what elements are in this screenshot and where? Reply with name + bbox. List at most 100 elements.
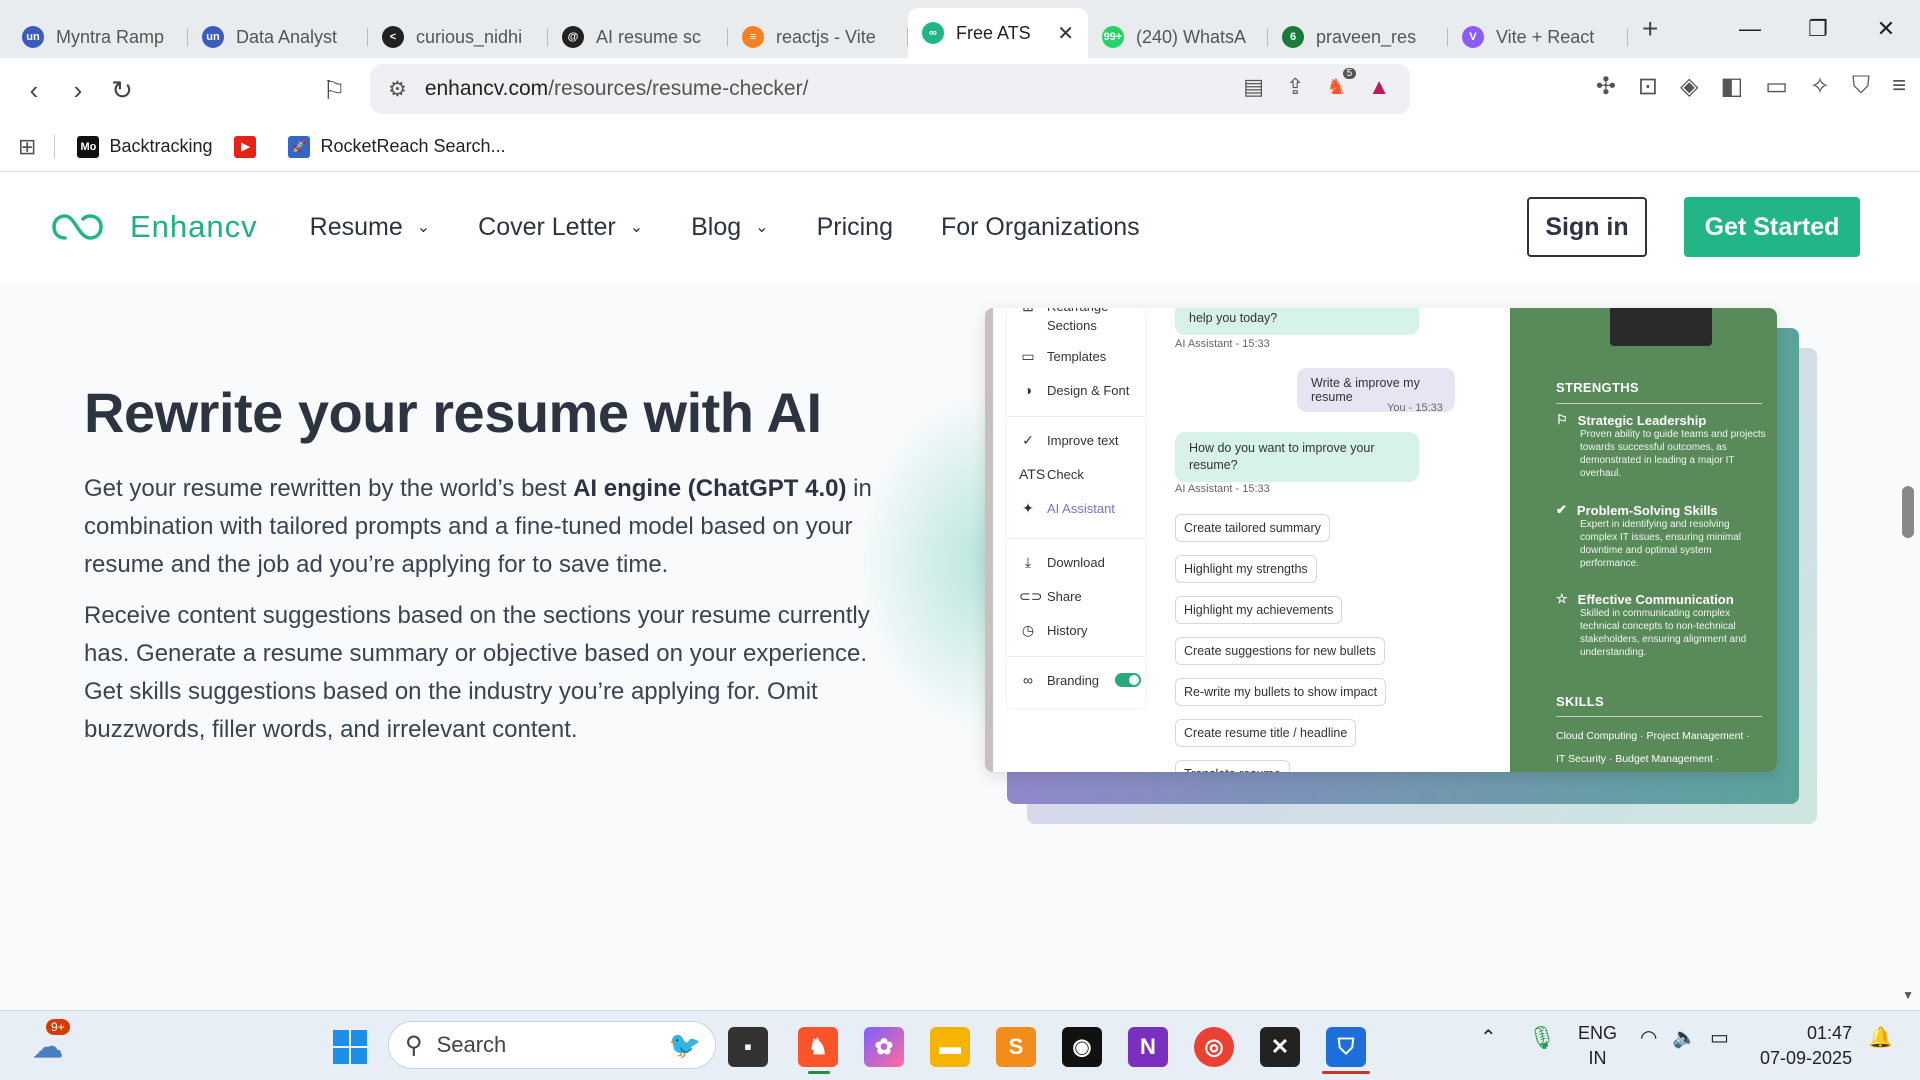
suggestion-chip[interactable]: Highlight my achievements	[1175, 596, 1343, 624]
windows-taskbar: ☁ 9+ ⚲ Search 🐦 ▪ ♞ ✿ ▬ S ◉ N ◎ ✕ ⛉ ⌃ 🎙 …	[0, 1010, 1920, 1080]
strength-title: Strategic Leadership	[1577, 412, 1707, 428]
sidebar-item[interactable]: ⤓ Download	[1019, 554, 1105, 571]
ai-sparkle-icon[interactable]: ✧	[1810, 72, 1830, 101]
forward-icon[interactable]: ›	[56, 75, 100, 106]
suggestion-chip[interactable]: Translate resume	[1175, 760, 1290, 772]
battery-icon[interactable]: ▭	[1710, 1025, 1729, 1050]
suggestion-chip[interactable]: Re-write my bullets to show impact	[1175, 678, 1387, 706]
suggestion-chip[interactable]: Create tailored summary	[1175, 514, 1330, 542]
get-started-button[interactable]: Get Started	[1684, 197, 1860, 257]
file-explorer-icon[interactable]: ▬	[930, 1027, 970, 1067]
scroll-down-arrow-icon[interactable]: ▼	[1902, 988, 1914, 1002]
nav-link[interactable]: For Organizations	[941, 213, 1140, 242]
sidebar-toggle-icon[interactable]: ◧	[1721, 72, 1744, 101]
notifications-icon[interactable]: 🔔	[1868, 1025, 1893, 1050]
minimize-icon[interactable]: —	[1716, 0, 1784, 58]
sidebar-item-icon: ▭	[1021, 348, 1035, 364]
onenote-icon[interactable]: N	[1128, 1027, 1168, 1067]
suggestion-chip[interactable]: Create resume title / headline	[1175, 719, 1357, 747]
close-window-icon[interactable]: ✕	[1852, 0, 1920, 58]
reader-mode-icon[interactable]: ▤	[1243, 74, 1264, 100]
brave-taskbar-icon[interactable]: ♞	[798, 1027, 838, 1067]
sidebar-item[interactable]: ✦ AI Assistant	[1019, 500, 1115, 517]
taskbar-search[interactable]: ⚲ Search 🐦	[388, 1021, 716, 1069]
vpn-shield-icon[interactable]: ⛉	[1852, 72, 1870, 101]
date: 07-09-2025	[1760, 1048, 1853, 1068]
branding-toggle[interactable]	[1115, 673, 1142, 687]
enhancv-logo[interactable]: Enhancv	[48, 209, 258, 245]
nav-link[interactable]: Cover Letter ⌄	[478, 213, 643, 242]
browser-tab[interactable]: V Vite + React	[1448, 16, 1628, 58]
leo-icon[interactable]: ◈	[1680, 72, 1698, 101]
wallet-icon[interactable]: ▭	[1765, 72, 1788, 101]
lang-line-2: IN	[1588, 1048, 1607, 1068]
sidebar-item-label: Improve text	[1047, 433, 1119, 448]
clock[interactable]: 01:47 07-09-2025	[1760, 1021, 1852, 1071]
menu-icon[interactable]: ≡	[1892, 72, 1906, 101]
sidebar-item[interactable]: ▭ Templates	[1019, 348, 1106, 365]
brave-rewards-icon[interactable]: ▲	[1368, 74, 1390, 100]
sidebar-item[interactable]: ATS Check	[1019, 466, 1084, 482]
new-tab-button[interactable]: +	[1642, 13, 1672, 45]
bookmark-icon[interactable]: ⚐	[312, 75, 356, 106]
browser-tab[interactable]: ≡ reactjs - Vite	[728, 16, 908, 58]
bookmark-icon: 🚀	[288, 135, 311, 158]
suggestion-chip[interactable]: Highlight my strengths	[1175, 555, 1317, 583]
browser-tab[interactable]: < curious_nidhi	[368, 16, 548, 58]
restore-icon[interactable]: ❐	[1784, 0, 1852, 58]
panel-edge	[985, 308, 993, 772]
browser-tab[interactable]: un Myntra Ramp	[8, 16, 188, 58]
brave-shields-icon[interactable]: ♞ 5	[1326, 68, 1357, 100]
sidebar-item[interactable]: ⊂⊃ Share	[1019, 588, 1082, 605]
share-icon[interactable]: ⇪	[1286, 74, 1304, 100]
site-info-icon[interactable]: ⚙	[388, 77, 407, 102]
sublime-text-icon[interactable]: S	[996, 1027, 1036, 1067]
sidebar-item[interactable]: ∞ Branding	[1019, 672, 1142, 688]
copilot-icon[interactable]: ✿	[864, 1027, 904, 1067]
github-icon[interactable]: ◉	[1062, 1027, 1102, 1067]
volume-icon[interactable]: 🔈	[1672, 1025, 1697, 1050]
sidebar-divider	[1007, 416, 1145, 417]
sidebar-item[interactable]: ◑ Design & Font	[1019, 382, 1130, 398]
page-scrollbar-thumb[interactable]	[1902, 486, 1914, 538]
reload-icon[interactable]: ↻	[100, 75, 144, 106]
browser-tab[interactable]: un Data Analyst	[188, 16, 368, 58]
language-indicator[interactable]: ENG IN	[1578, 1021, 1617, 1071]
back-icon[interactable]: ‹	[12, 75, 56, 106]
bookmark-icon: Mo	[77, 135, 100, 158]
browser-tab[interactable]: @ AI resume sc	[548, 16, 728, 58]
address-bar[interactable]: ⚙ enhancv.com/resources/resume-checker/ …	[370, 64, 1410, 114]
sidebar-item[interactable]: ⊞ Rearrange	[1019, 308, 1108, 315]
active-indicator	[808, 1071, 830, 1074]
tray-chevron-icon[interactable]: ⌃	[1480, 1025, 1497, 1050]
skills-heading: SKILLS	[1556, 694, 1605, 709]
browser-tab[interactable]: ∞ Free ATS ✕	[908, 8, 1088, 58]
bookmark-item[interactable]: 🚀 RocketReach Search...	[288, 135, 506, 158]
bookmark-item[interactable]: Mo Backtracking	[77, 135, 212, 158]
suggestion-chip[interactable]: Create suggestions for new bullets	[1175, 637, 1385, 665]
nav-link[interactable]: Pricing	[817, 213, 893, 242]
sidebar-item[interactable]: ✓ Improve text	[1019, 432, 1119, 449]
bookmark-item[interactable]: ▶	[234, 135, 266, 158]
capcut-icon[interactable]: ✕	[1260, 1027, 1300, 1067]
extensions-icon[interactable]: ✣	[1596, 72, 1616, 101]
skills-line: IT Security · Budget Management ·	[1556, 753, 1720, 765]
nav-link[interactable]: Blog ⌄	[691, 213, 768, 242]
browser-tab[interactable]: 6 praveen_res	[1268, 16, 1448, 58]
screenshot-icon[interactable]: ⊡	[1638, 72, 1658, 101]
close-tab-icon[interactable]: ✕	[1057, 21, 1074, 46]
apps-grid-icon[interactable]: ⊞	[18, 134, 36, 160]
strength-description: Expert in identifying and resolving comp…	[1580, 519, 1741, 569]
strength-item: ✔ Problem-Solving Skills Expert in identif…	[1556, 502, 1766, 570]
browser-tab[interactable]: 99+ (240) WhatsA	[1088, 16, 1268, 58]
security-icon[interactable]: ⛉	[1326, 1027, 1366, 1067]
task-view-icon[interactable]: ▪	[728, 1027, 768, 1067]
microphone-icon[interactable]: 🎙	[1528, 1025, 1556, 1051]
chrome-icon[interactable]: ◎	[1194, 1027, 1234, 1067]
sidebar-item[interactable]: ◷ History	[1019, 622, 1088, 639]
start-icon[interactable]	[330, 1027, 370, 1067]
wifi-icon[interactable]: ◠	[1640, 1025, 1657, 1050]
sign-in-button[interactable]: Sign in	[1527, 197, 1647, 257]
sidebar-item[interactable]: Sections	[1019, 318, 1097, 333]
nav-link[interactable]: Resume ⌄	[310, 213, 431, 242]
